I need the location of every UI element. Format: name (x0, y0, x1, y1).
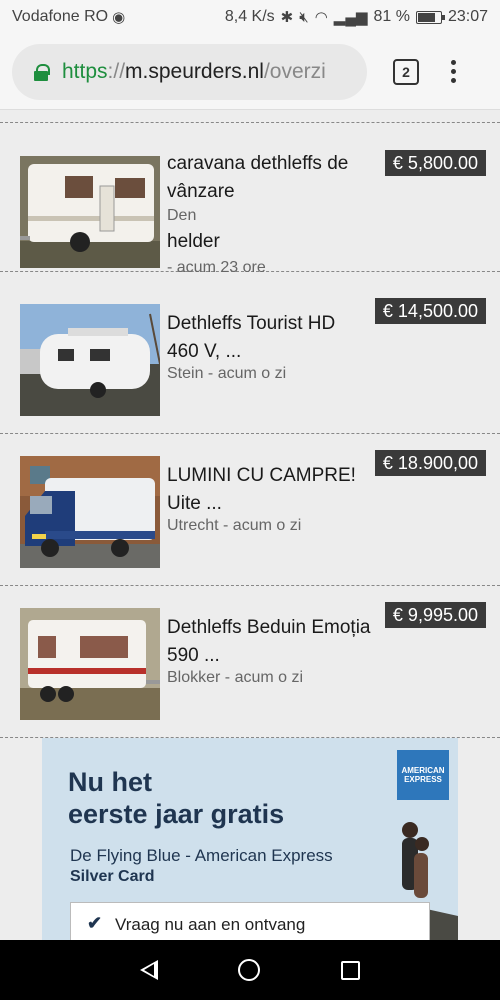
ad-headline: Nu het eerste jaar gratis (68, 766, 284, 830)
ad-subtitle: De Flying Blue - American Express (70, 846, 333, 865)
clock: 23:07 (447, 8, 488, 25)
listing-title[interactable]: Dethleffs Tourist HD 460 V, ... (167, 310, 372, 366)
battery-percent: 81 % (373, 8, 410, 25)
url-path: /overzi (263, 59, 326, 83)
advertisement-banner[interactable]: Nu het eerste jaar gratis De Flying Blue… (42, 738, 458, 940)
listing-item[interactable]: Dethleffs Beduin Emoția 590 ... Blokker … (0, 586, 500, 738)
url-host: m.speurders.nl (125, 59, 264, 83)
network-speed: 8,4 K/s (224, 8, 275, 25)
listing-item[interactable]: LUMINI CU CAMPRE! Uite ... Utrecht - acu… (0, 434, 500, 586)
listing-price: € 9,995.00 (384, 602, 486, 628)
url-scheme: https (62, 59, 108, 83)
bluetooth-icon: ✱ (280, 9, 294, 26)
overflow-menu-icon[interactable] (449, 60, 457, 83)
listing-thumbnail[interactable] (20, 456, 160, 568)
listing-location: Den (167, 207, 197, 224)
listing-meta: Blokker - acum o zi (167, 669, 304, 686)
wifi-icon: ◠ (314, 9, 328, 26)
listing-price: € 14,500.00 (374, 298, 486, 324)
ad-card-name: Silver Card (70, 868, 155, 885)
recent-apps-icon[interactable] (340, 960, 360, 980)
listing-thumbnail[interactable] (20, 156, 160, 268)
listing-thumbnail[interactable] (20, 304, 160, 416)
back-icon[interactable] (140, 960, 159, 980)
amex-logo: AMERICAN EXPRESS (397, 750, 449, 800)
url-separator: :// (107, 59, 126, 83)
system-nav-bar (0, 940, 500, 1000)
listing-location-cont: helder (167, 231, 220, 252)
listing-time: - acum 23 ore (167, 259, 266, 276)
listing-item[interactable]: Dethleffs Tourist HD 460 V, ... Stein - … (0, 282, 500, 434)
listing-title[interactable]: Dethleffs Beduin Emoția 590 ... (167, 614, 372, 670)
battery-icon (415, 10, 445, 24)
ad-headline-line1: Nu het (68, 767, 152, 797)
browser-toolbar: https://m.speurders.nl/overzi 2 (0, 34, 500, 110)
ad-cta-text: Vraag nu aan en ontvang (115, 915, 306, 934)
carrier-name: Vodafone RO (12, 8, 109, 25)
listing-title[interactable]: LUMINI CU CAMPRE! Uite ... (167, 462, 372, 518)
lock-icon (34, 63, 50, 81)
address-bar[interactable]: https://m.speurders.nl/overzi (12, 43, 367, 100)
signal-icon: ▂▄▆ (333, 9, 368, 26)
home-icon[interactable] (238, 959, 261, 981)
check-icon: ✔ (87, 913, 103, 933)
listing-thumbnail[interactable] (20, 608, 160, 720)
listing-title[interactable]: caravana dethleffs de vânzare (167, 150, 372, 206)
listing-price: € 5,800.00 (384, 150, 486, 176)
listing-meta: Utrecht - acum o zi (167, 517, 302, 534)
status-bar: Vodafone RO ◉ 8,4 K/s ✱ 🔇︎ ◠ ▂▄▆ 81 % 23… (0, 0, 500, 34)
mute-icon: 🔇︎ (299, 8, 309, 26)
listing-meta: Stein - acum o zi (167, 365, 287, 382)
listings-container: caravana dethleffs de vânzare Den helder… (0, 110, 500, 940)
ad-headline-line2: eerste jaar gratis (68, 799, 285, 829)
tab-switcher-button[interactable]: 2 (393, 58, 419, 85)
ad-cta-box[interactable]: ✔ Vraag nu aan en ontvang (70, 902, 430, 940)
whatsapp-icon: ◉ (112, 9, 126, 26)
listing-price: € 18.900,00 (374, 450, 486, 476)
listing-item[interactable]: caravana dethleffs de vânzare Den helder… (0, 122, 500, 276)
